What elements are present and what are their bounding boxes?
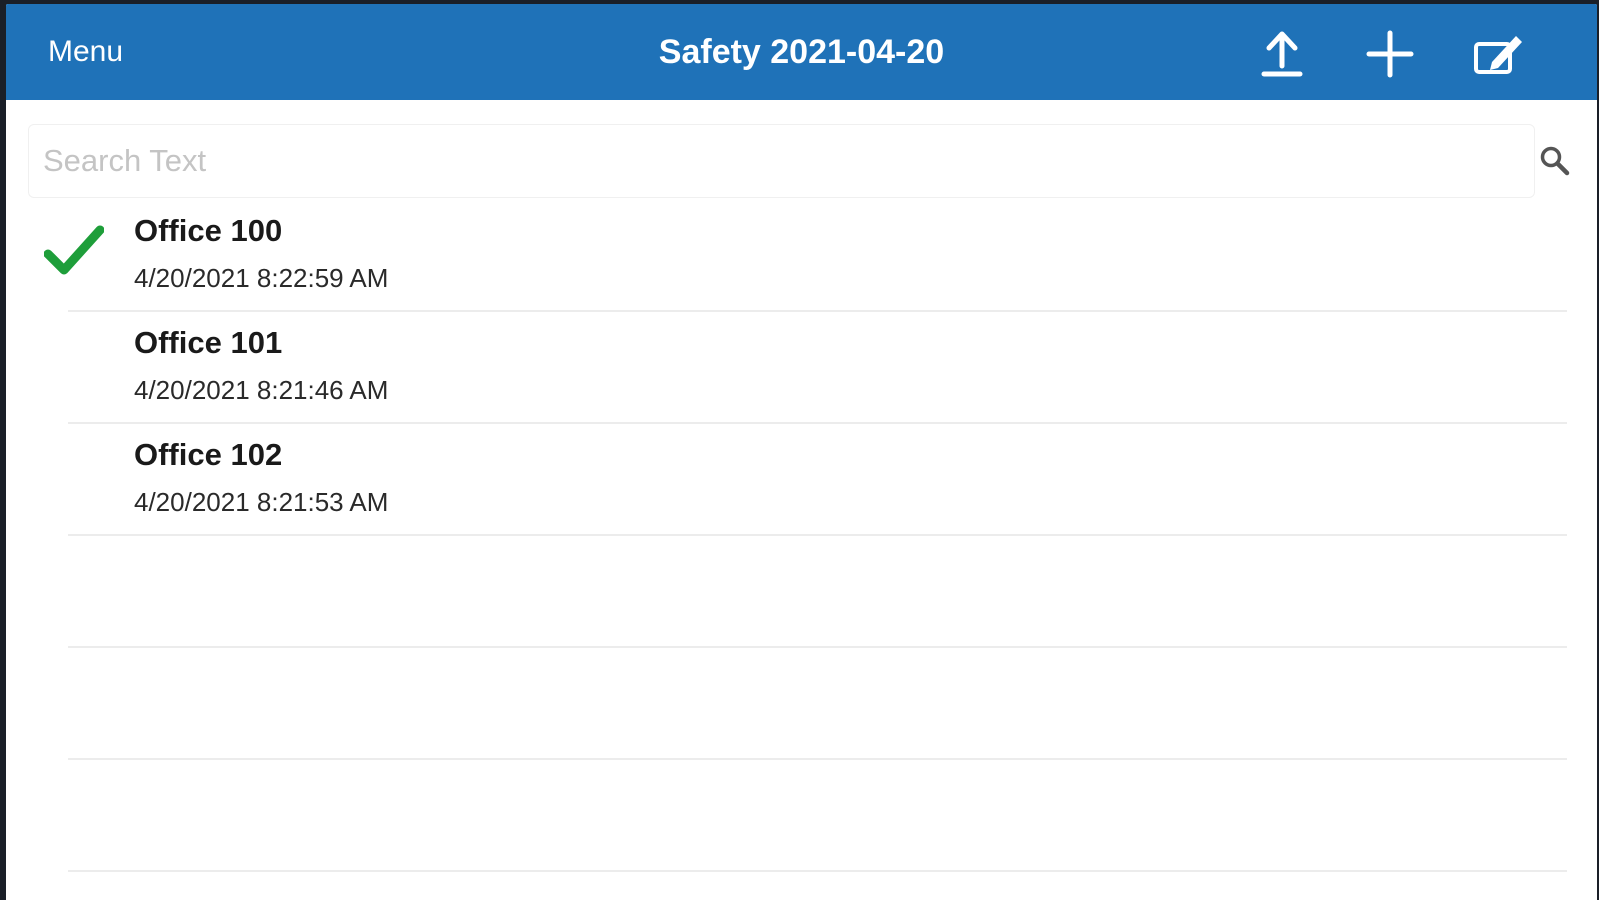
page-title: Safety 2021-04-20 [658,33,945,71]
checkmark-icon [43,224,105,280]
search-icon[interactable] [1538,144,1572,178]
empty-row [6,760,1597,872]
search-bar [28,124,1535,198]
inspection-list: Office 100 4/20/2021 8:22:59 AM Office 1… [6,200,1597,872]
plus-icon[interactable] [1364,28,1416,80]
item-timestamp: 4/20/2021 8:22:59 AM [134,263,389,293]
list-item[interactable]: Office 101 4/20/2021 8:21:46 AM [6,312,1597,424]
item-name: Office 101 [134,325,283,360]
item-timestamp: 4/20/2021 8:21:53 AM [134,487,389,517]
row-divider [68,870,1567,872]
navigation-bar: Menu Safety 2021-04-20 [6,4,1597,100]
list-item[interactable]: Office 100 4/20/2021 8:22:59 AM [6,200,1597,312]
item-timestamp: 4/20/2021 8:21:46 AM [134,375,389,405]
edit-icon[interactable] [1472,28,1524,80]
empty-row [6,648,1597,760]
upload-icon[interactable] [1256,28,1308,80]
app-window: Menu Safety 2021-04-20 Search Text Offic… [6,4,1597,900]
list-item[interactable]: Office 102 4/20/2021 8:21:53 AM [6,424,1597,536]
item-name: Office 102 [134,437,283,472]
item-name: Office 100 [134,213,283,248]
empty-row [6,536,1597,648]
search-input[interactable] [41,135,1515,187]
